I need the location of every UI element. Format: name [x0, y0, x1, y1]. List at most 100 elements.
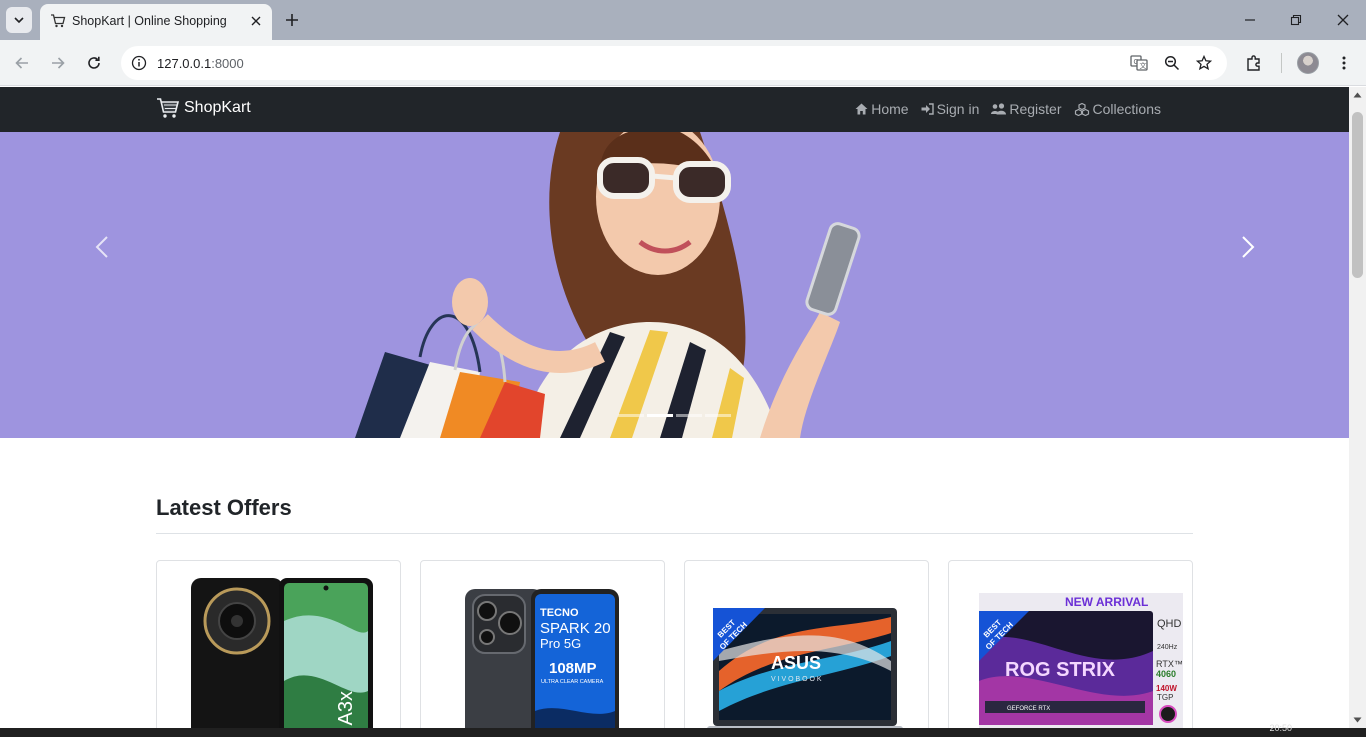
profile-avatar[interactable]	[1297, 52, 1319, 74]
nav-home-label: Home	[871, 101, 909, 117]
product-image: TECNO SPARK 20 Pro 5G 108MP ULTRA CLEAR …	[465, 589, 619, 728]
site-navbar: ShopKart Home Sign in Register Collectio…	[0, 87, 1349, 132]
sign-in-icon	[921, 103, 934, 115]
svg-text:108MP: 108MP	[549, 660, 597, 677]
cart-favicon-icon	[50, 13, 66, 34]
svg-text:TECNO: TECNO	[540, 607, 579, 619]
minimize-button[interactable]	[1240, 10, 1260, 30]
puzzle-icon	[1247, 55, 1260, 71]
carousel-indicators	[618, 414, 731, 417]
restore-icon	[1290, 14, 1302, 26]
scrollbar-thumb[interactable]	[1352, 112, 1363, 278]
brand-name: ShopKart	[184, 99, 251, 116]
chevron-right-icon	[1242, 236, 1255, 258]
url-host: 127.0.0.1	[157, 56, 212, 71]
svg-text:QHD: QHD	[1157, 618, 1182, 630]
tab-search-button[interactable]	[6, 7, 32, 33]
nav-register-label: Register	[1009, 101, 1062, 117]
chevron-down-icon	[14, 17, 24, 24]
product-card[interactable]: mi A3x	[156, 560, 401, 728]
back-button[interactable]	[10, 51, 34, 75]
nav-home-link[interactable]: Home	[855, 101, 909, 117]
info-icon	[131, 55, 147, 71]
arrow-right-icon	[52, 57, 65, 69]
cubes-icon	[1074, 102, 1089, 116]
url-text: 127.0.0.1:8000	[157, 56, 244, 71]
bookmark-button[interactable]	[1193, 52, 1215, 74]
close-icon	[251, 16, 261, 26]
carousel-indicator-2[interactable]	[647, 414, 673, 417]
nav-register-link[interactable]: Register	[991, 101, 1062, 117]
brand-link[interactable]: ShopKart	[156, 97, 251, 119]
taskbar-clock: 20:50	[1269, 723, 1292, 733]
carousel-slide-image	[0, 132, 1349, 438]
more-vertical-icon	[1342, 56, 1346, 70]
url-port: :8000	[211, 56, 244, 71]
close-window-button[interactable]	[1333, 10, 1353, 30]
translate-icon: G文	[1130, 55, 1148, 71]
svg-text:140W: 140W	[1156, 684, 1177, 693]
svg-text:RTX™: RTX™	[1156, 659, 1183, 669]
users-icon	[991, 103, 1007, 115]
svg-text:ROG STRIX: ROG STRIX	[1005, 659, 1116, 681]
browser-tab-active[interactable]: ShopKart | Online Shopping	[40, 4, 272, 40]
forward-button[interactable]	[46, 51, 70, 75]
browser-menu-button[interactable]	[1332, 51, 1356, 75]
site-info-button[interactable]	[127, 51, 151, 75]
section-divider	[156, 533, 1193, 534]
nav-links: Home Sign in Register Collections	[855, 101, 1161, 117]
carousel-prev-button[interactable]	[90, 232, 114, 262]
nav-collections-label: Collections	[1092, 101, 1161, 117]
svg-text:Pro 5G: Pro 5G	[540, 636, 581, 651]
tab-title: ShopKart | Online Shopping	[72, 14, 227, 28]
carousel-indicator-4[interactable]	[705, 414, 731, 417]
product-image: NEW ARRIVAL ROG STRIX GEFORCE RTX QHD 24…	[979, 593, 1183, 728]
svg-text:NEW ARRIVAL: NEW ARRIVAL	[1065, 595, 1148, 609]
caret-up-icon	[1353, 92, 1362, 97]
svg-text:240Hz: 240Hz	[1157, 644, 1178, 651]
reload-icon	[88, 56, 100, 69]
svg-text:ULTRA CLEAR CAMERA: ULTRA CLEAR CAMERA	[541, 679, 604, 685]
carousel-indicator-3[interactable]	[676, 414, 702, 417]
svg-text:GEFORCE RTX: GEFORCE RTX	[1007, 706, 1050, 712]
star-icon	[1196, 55, 1212, 71]
product-image: mi A3x	[191, 578, 373, 728]
svg-text:V I V O B O O K: V I V O B O O K	[771, 676, 822, 683]
page-scrollbar[interactable]	[1349, 87, 1366, 728]
nav-signin-link[interactable]: Sign in	[921, 101, 979, 117]
close-icon	[1337, 14, 1349, 26]
translate-button[interactable]: G文	[1128, 52, 1150, 74]
carousel-indicator-1[interactable]	[618, 414, 644, 417]
new-tab-button[interactable]	[282, 10, 302, 30]
tab-close-button[interactable]	[248, 13, 264, 29]
chevron-left-icon	[95, 236, 108, 258]
latest-offers-heading: Latest Offers	[156, 495, 292, 520]
hero-carousel	[0, 132, 1349, 438]
plus-icon	[286, 14, 298, 26]
product-image: ASUS V I V O B O O K BEST OF TECH	[707, 608, 903, 728]
nav-collections-link[interactable]: Collections	[1074, 101, 1161, 117]
product-card[interactable]: NEW ARRIVAL ROG STRIX GEFORCE RTX QHD 24…	[948, 560, 1193, 728]
product-card[interactable]: ASUS V I V O B O O K BEST OF TECH	[684, 560, 929, 728]
restore-button[interactable]	[1286, 10, 1306, 30]
carousel-next-button[interactable]	[1236, 232, 1260, 262]
reload-button[interactable]	[82, 51, 106, 75]
scroll-up-button[interactable]	[1353, 90, 1362, 99]
extensions-button[interactable]	[1242, 51, 1266, 75]
product-1-image-text: mi A3x	[335, 691, 357, 728]
svg-text:SPARK 20: SPARK 20	[540, 620, 611, 637]
caret-down-icon	[1353, 717, 1362, 722]
scroll-down-button[interactable]	[1353, 715, 1362, 724]
arrow-left-icon	[15, 57, 28, 69]
zoom-out-icon	[1164, 55, 1180, 71]
home-icon	[855, 103, 868, 115]
page-viewport: ShopKart Home Sign in Register Collectio…	[0, 87, 1349, 728]
zoom-button[interactable]	[1161, 52, 1183, 74]
product-card[interactable]: TECNO SPARK 20 Pro 5G 108MP ULTRA CLEAR …	[420, 560, 665, 728]
address-bar[interactable]: 127.0.0.1:8000 G文	[121, 46, 1227, 80]
os-taskbar: 20:50	[0, 723, 1366, 737]
toolbar-separator	[1281, 53, 1282, 73]
browser-toolbar: 127.0.0.1:8000 G文	[0, 40, 1366, 86]
svg-text:ASUS: ASUS	[771, 653, 821, 673]
svg-text:4060: 4060	[1156, 669, 1176, 679]
